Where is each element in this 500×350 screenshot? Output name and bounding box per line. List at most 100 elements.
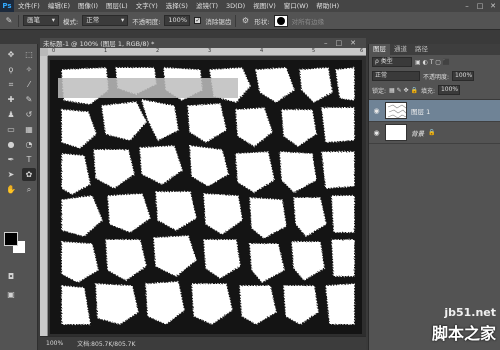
hand-tool-icon[interactable]: ✋ [4,183,18,196]
ruler-tick: 3 [208,48,212,54]
gradient-tool-icon[interactable]: ▦ [22,123,36,136]
antialias-label: 消除锯齿 [205,17,232,26]
fill-input[interactable]: 100% [437,85,460,95]
menu-image[interactable]: 图像(I) [74,0,102,12]
ruler-corner[interactable] [40,48,48,56]
path-select-tool-icon[interactable]: ➤ [4,168,18,181]
menu-window[interactable]: 窗口(W) [280,0,313,12]
doc-close-button[interactable]: ✕ [350,38,356,48]
type-tool-icon[interactable]: T [22,153,36,166]
brush-tool-icon[interactable]: ✎ [22,93,36,106]
layer-list: ◉ 图层 1 ◉ 背景 🔒 [369,99,500,144]
shape-swatch [276,16,285,25]
eraser-tool-icon[interactable]: ▭ [4,123,18,136]
lasso-tool-icon[interactable]: ϙ [4,63,18,76]
layer-name: 背景 [411,129,424,138]
move-tool-icon[interactable]: ✥ [4,48,18,61]
ruler-tick: 2 [156,48,160,54]
menu-help[interactable]: 帮助(H) [312,0,343,12]
restore-button[interactable]: □ [475,2,485,10]
document-tab[interactable]: 未标题-1 @ 100% (图层 1, RGB/8) * – □ ✕ [40,38,366,48]
stamp-tool-icon[interactable]: ♟ [4,108,18,121]
lock-icon: 🔒 [428,129,436,136]
shape-label: 形状: [254,17,270,26]
menu-filter[interactable]: 滤镜(T) [192,0,222,12]
magic-wand-tool-icon[interactable]: ✧ [22,63,36,76]
crop-tool-icon[interactable]: ⌗ [4,78,18,91]
eye-icon[interactable]: ◉ [372,129,381,137]
chevron-down-icon: ▾ [120,16,125,24]
tab-paths[interactable]: 路径 [411,44,432,55]
layer-name: 图层 1 [411,107,431,116]
opacity-input[interactable]: 100% [164,15,191,26]
blur-tool-icon[interactable]: ● [4,138,18,151]
menu-layer[interactable]: 图层(L) [102,0,132,12]
shape-tool-icon[interactable]: ✿ [22,168,36,181]
divider [18,14,19,27]
dodge-tool-icon[interactable]: ◔ [22,138,36,151]
antialias-checkbox[interactable]: ✓ [194,17,202,24]
brush-preset-select[interactable]: 画笔 ▾ [23,15,59,26]
eyedropper-tool-icon[interactable]: ⁄ [22,78,36,91]
ruler-tick: 6 [360,48,364,54]
layer-row[interactable]: ◉ 背景 🔒 [369,122,500,144]
window-controls: – □ ✕ [462,0,498,12]
lock-label: 锁定: [372,87,387,95]
menu-view[interactable]: 视图(V) [249,0,280,12]
mode-select[interactable]: 正常 ▾ [82,15,129,26]
zoom-tool-icon[interactable]: ⌕ [22,183,36,196]
watermark-text: 脚本之家 [431,324,496,343]
lock-icons[interactable]: ▦ ✎ ✥ 🔒 [389,87,418,94]
menu-type[interactable]: 文字(Y) [132,0,162,12]
healing-tool-icon[interactable]: ✚ [4,93,18,106]
vertical-ruler[interactable] [40,56,48,336]
layer-opacity-input[interactable]: 100% [452,71,475,81]
zoom-level[interactable]: 100% [46,340,63,347]
layer-row[interactable]: ◉ 图层 1 [369,100,500,122]
menu-3d[interactable]: 3D(D) [222,0,249,12]
layer-opacity-label: 不透明度: [423,73,450,81]
filter-icons: ▣ ◐ T ▢ ⬛ [415,58,451,66]
watermark-url: jb51.net [444,306,496,319]
horizontal-ruler[interactable]: 0 1 2 3 4 5 6 [48,48,366,56]
brush-preset-value: 画笔 [27,16,40,24]
document-title: 未标题-1 @ 100% (图层 1, RGB/8) * [43,40,155,48]
minimize-button[interactable]: – [462,2,472,10]
document-info[interactable]: 文档:805.7K/805.7K [77,339,135,348]
pen-tool-icon[interactable]: ✒ [4,153,18,166]
tab-channels[interactable]: 通道 [390,44,411,55]
doc-minimize-button[interactable]: – [324,38,328,48]
document-controls: – □ ✕ [324,38,356,48]
marquee-tool-icon[interactable]: ⬚ [22,48,36,61]
gear-icon[interactable]: ⚙ [240,16,250,26]
shape-preview[interactable] [273,14,288,27]
ruler-tick: 0 [52,48,56,54]
quick-mask-icon[interactable]: ◘ [4,270,18,283]
menu-select[interactable]: 选择(S) [162,0,192,12]
tab-layers[interactable]: 图层 [369,44,390,55]
options-bar: ✎ 画笔 ▾ 模式: 正常 ▾ 不透明度: 100% ✓ 消除锯齿 ⚙ 形状: 对所… [0,12,500,30]
panel-tabs: 图层 通道 路径 [369,44,500,55]
ruler-tick: 4 [260,48,264,54]
history-brush-tool-icon[interactable]: ↺ [22,108,36,121]
status-bar: 100% 文档:805.7K/805.7K [40,336,366,350]
lock-row: 锁定: ▦ ✎ ✥ 🔒 填充: 100% [369,83,500,97]
watermark: jb51.net 脚本之家 [376,306,496,346]
layer-kind-select[interactable]: ρ 类型 [372,57,412,67]
document-window: 未标题-1 @ 100% (图层 1, RGB/8) * – □ ✕ 0 1 2… [40,38,366,350]
tool-grid: ✥ ⬚ ϙ ✧ ⌗ ⁄ ✚ ✎ ♟ ↺ ▭ ▦ ● ◔ ✒ T ➤ ✿ ✋ ⌕ [0,44,37,200]
brush-tool-icon[interactable]: ✎ [4,16,14,26]
menu-file[interactable]: 文件(F) [14,0,44,12]
edge-label: 对所有边缘 [291,17,325,26]
foreground-color-swatch[interactable] [4,232,18,246]
canvas[interactable] [50,60,362,334]
eye-icon[interactable]: ◉ [372,107,381,115]
mode-value: 正常 [86,16,100,24]
layer-thumbnail [385,102,407,119]
toolbox: ✥ ⬚ ϙ ✧ ⌗ ⁄ ✚ ✎ ♟ ↺ ▭ ▦ ● ◔ ✒ T ➤ ✿ ✋ ⌕ … [0,44,38,350]
blend-mode-select[interactable]: 正常 [372,71,420,81]
screen-mode-icon[interactable]: ▣ [4,288,18,301]
close-button[interactable]: ✕ [488,2,498,10]
menu-edit[interactable]: 编辑(E) [44,0,74,12]
doc-restore-button[interactable]: □ [336,38,343,48]
